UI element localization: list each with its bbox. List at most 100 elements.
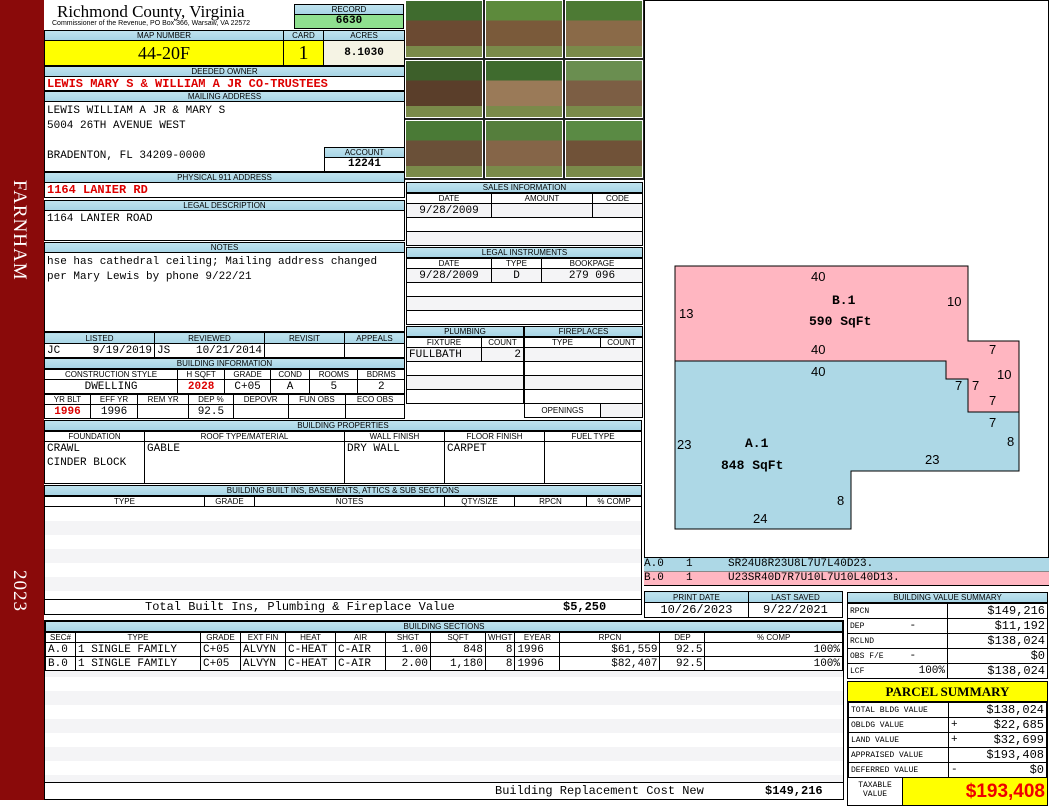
building-value-summary: BUILDING VALUE SUMMARY RPCN $149,216 DEP - $… [847,592,1048,679]
property-photo[interactable] [485,60,563,118]
dim-label: 8 [1007,434,1015,449]
foundation-value: CRAWL CINDER BLOCK [44,441,145,484]
section-header: TYPE [75,632,201,643]
dim-label: 7 [989,415,997,430]
instruments-label: LEGAL INSTRUMENTS [406,247,643,258]
dim-label: 13 [679,306,694,321]
builtins-qty-header: QTY/SIZE [444,496,515,507]
property-photo[interactable] [565,120,643,178]
parcel-summary-row: APPRAISED VALUE $193,408 [848,747,1047,763]
section-row: B.0 1 SINGLE FAMILY C+05 ALVYN C-HEAT C-AIR 2.… [45,656,843,671]
foundation-1: CRAWL [47,443,81,455]
property-photo[interactable] [405,0,483,58]
dim-label: 40 [811,269,826,284]
vs-label: RPCN [847,603,908,619]
ps-modifier: - [948,762,963,778]
vs-label: RCLND [847,633,908,649]
dim-label: 7 [989,342,997,357]
builtins-comp-header: % COMP [586,496,642,507]
sketch-section-a [674,360,1020,530]
sales-label: SALES INFORMATION [406,182,643,193]
ps-value: $0 [962,762,1047,778]
foundation-header: FOUNDATION [44,431,145,442]
builtins-grade-header: GRADE [204,496,255,507]
physical-address-label: PHYSICAL 911 ADDRESS [44,172,405,183]
sections-total-row: Building Replacement Cost New $149,216 [45,782,843,799]
replacement-cost-value: $149,216 [765,784,823,798]
notes-label: NOTES [44,242,405,253]
section-cell: C-HEAT [285,642,336,657]
sales-info: SALES INFORMATION DATE AMOUNT CODE 9/28/20… [406,182,643,246]
sale-date: 9/28/2009 [406,203,492,218]
dim-label: 10 [997,367,1012,382]
dim-label: 40 [811,342,826,357]
bi-value: A [270,379,311,394]
property-photo[interactable] [565,60,643,118]
tax-year: 2023 [9,570,30,612]
dim-label: 23 [677,437,692,452]
bi-header: BDRMS [357,369,405,380]
sales-code-header: CODE [592,193,643,204]
property-photo[interactable] [485,120,563,178]
plumbing: PLUMBING FIXTURE COUNT FULLBATH 2 [406,326,524,404]
bi-header: GRADE [224,369,272,380]
fireplace-type-header: TYPE [524,337,601,348]
reviewed-by: JS [157,344,171,357]
floor-value: CARPET [444,441,545,484]
sale-amount [491,203,593,218]
revisit-label: REVISIT [264,332,345,344]
map-number: 44-20F [44,40,284,66]
bi-value: C+05 [224,379,272,394]
property-photo[interactable] [565,0,643,58]
bi-header: H SQFT [177,369,226,380]
section-cell: C+05 [200,642,241,657]
bi-header: DEP % [188,394,234,405]
code-count: 1 [686,558,693,570]
fireplace-count-header: COUNT [600,337,643,348]
record-label: RECORD [294,4,404,15]
fuel-value [544,441,642,484]
vs-value: $149,216 [947,603,1048,619]
vs-label: LCF [847,663,908,679]
value-summary-row: OBS F/E - $0 [847,648,1048,664]
value-summary-row: RPCN $149,216 [847,603,1048,619]
parcel-summary-row: OBLDG VALUE + $22,685 [848,717,1047,733]
owner-section: DEEDED OWNER LEWIS MARY S & WILLIAM A JR… [44,66,405,198]
mailing-line-1: LEWIS WILLIAM A JR & MARY S [47,105,226,117]
taxable-label: TAXABLE VALUE [848,778,903,805]
section-b-name: B.1 [832,293,856,308]
bi-value: 2028 [177,379,226,394]
print-dates: PRINT DATE LAST SAVED 10/26/2023 9/22/2021 [644,591,844,618]
section-cell: 1 SINGLE FAMILY [75,642,201,657]
listed-date: 9/19/2019 [92,344,152,357]
fixture-count: 2 [481,347,524,362]
vs-value: $138,024 [947,633,1048,649]
bi-value: 5 [309,379,359,394]
ps-label: APPRAISED VALUE [848,747,949,763]
bi-header: YR BLT [44,394,91,405]
property-photo[interactable] [485,0,563,58]
appeals-label: APPEALS [344,332,405,344]
ps-value: $193,408 [962,747,1047,763]
section-header: EXT FIN [240,632,286,643]
county-title: Richmond County, Virginia [57,2,245,21]
fuel-header: FUEL TYPE [544,431,642,442]
property-photo[interactable] [405,120,483,178]
instr-date-header: DATE [406,258,492,269]
building-sections: BUILDING SECTIONS SEC# TYPE GRADE EXT FIN HE… [44,620,844,800]
sales-amount-header: AMOUNT [491,193,593,204]
code-path: U23SR40D7R7U10L7U10L40D13. [728,572,900,584]
section-cell: C-AIR [335,656,386,671]
vs-modifier: 100% [907,663,948,679]
building-sketch: 40 10 13 B.1 590 SqFt 40 7 10 40 7 7 7 7… [644,0,1049,558]
reviewed-label: REVIEWED [154,332,265,344]
card-number: 1 [283,40,324,66]
vs-value: $138,024 [947,663,1048,679]
built-ins: BUILDING BUILT INS, BASEMENTS, ATTICS & … [44,485,642,615]
section-cell: C-HEAT [285,656,336,671]
account-number: 12241 [324,158,405,172]
bi-header: ROOMS [309,369,359,380]
appeals-value [344,343,405,358]
builtins-total-label: Total Built Ins, Plumbing & Fireplace Va… [145,600,455,614]
property-photo[interactable] [405,60,483,118]
